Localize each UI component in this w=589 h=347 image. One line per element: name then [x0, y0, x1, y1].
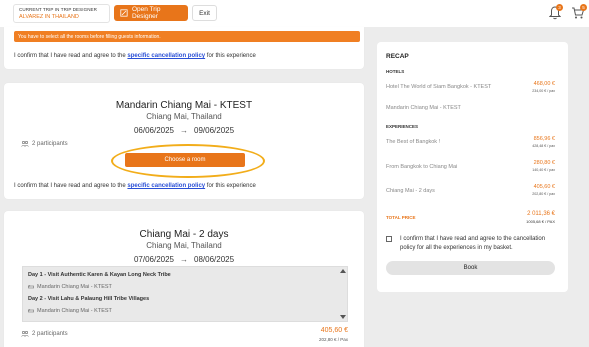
- current-trip-selector[interactable]: CURRENT TRIP IN TRIP DESIGNER ALVAREZ IN…: [13, 4, 110, 23]
- scroll-down-icon[interactable]: [340, 315, 346, 319]
- top-bar: CURRENT TRIP IN TRIP DESIGNER ALVAREZ IN…: [0, 0, 589, 27]
- confirm-prefix: I confirm that I have read and agree to …: [14, 183, 126, 189]
- tour-step-hotel-label: Mandarin Chiang Mai - KTEST: [37, 284, 112, 290]
- tour-date-from: 07/06/2025: [133, 255, 174, 264]
- total-price-per-pax: 1005,68 € / PAX: [526, 219, 555, 224]
- recap-panel: RECAP HOTELS Hotel The World of Siam Ban…: [377, 42, 568, 292]
- tour-card-chiang-mai: Chiang Mai - 2 days Chiang Mai, Thailand…: [4, 211, 364, 347]
- recap-hotel-name: Hotel The World of Siam Bangkok - KTEST: [386, 84, 492, 90]
- exit-button[interactable]: Exit: [192, 5, 217, 21]
- select-rooms-warning: You have to select all the rooms before …: [14, 31, 360, 42]
- notification-count-badge: 3: [556, 4, 563, 11]
- tour-steps-list[interactable]: Day 1 - Visit Authentic Karen & Kayan Lo…: [22, 266, 348, 322]
- trip-designer-icon: [120, 9, 128, 17]
- current-trip-value: ALVAREZ IN THAILAND: [19, 14, 79, 20]
- hotel-title: Mandarin Chiang Mai - KTEST: [115, 100, 253, 111]
- confirm-suffix: for this experience: [206, 53, 256, 59]
- tour-step-day: Day 1 - Visit Authentic Karen & Kayan Lo…: [28, 272, 171, 278]
- open-trip-designer-label: Open Trip Designer: [131, 6, 161, 20]
- people-icon: [21, 331, 29, 337]
- people-icon: [21, 141, 29, 147]
- agree-cancellation-text: I confirm that I have read and agree to …: [400, 236, 546, 251]
- hotel-date-to: 09/06/2025: [194, 126, 235, 135]
- recap-experience-name: Chiang Mai - 2 days: [386, 188, 435, 194]
- cancellation-confirm-text: I confirm that I have read and agree to …: [14, 53, 256, 59]
- tour-step-day: Day 2 - Visit Lahu & Palaung Hill Tribe …: [28, 296, 150, 302]
- tour-date-to: 08/06/2025: [194, 255, 235, 264]
- tour-price: 405,60 €: [320, 327, 348, 334]
- arrow-right-icon: →: [180, 126, 188, 135]
- recap-experience-price-per-pax: 428,48 € / pax: [532, 144, 555, 148]
- book-button[interactable]: Book: [386, 261, 555, 275]
- experiences-section-label: EXPERIENCES: [386, 124, 419, 129]
- arrow-right-icon: →: [180, 255, 188, 264]
- recap-experience-price: 280,80 €: [533, 160, 555, 166]
- steps-scrollbar[interactable]: [340, 267, 347, 321]
- recap-experience-price-per-pax: 202,80 € / pax: [532, 192, 555, 196]
- tour-step-hotel-label: Mandarin Chiang Mai - KTEST: [37, 308, 112, 314]
- recap-hotel-price-per-pax: 234,00 € / pax: [532, 89, 555, 93]
- cart-count-badge: 5: [580, 4, 587, 11]
- tour-title: Chiang Mai - 2 days: [139, 229, 229, 240]
- cancellation-confirm-text: I confirm that I have read and agree to …: [14, 183, 256, 189]
- recap-title: RECAP: [386, 53, 409, 60]
- confirm-prefix: I confirm that I have read and agree to …: [14, 53, 126, 59]
- previous-hotel-card: You have to select all the rooms before …: [4, 27, 364, 69]
- tour-location: Chiang Mai, Thailand: [146, 241, 222, 250]
- recap-experience-price: 856,96 €: [533, 136, 555, 142]
- bed-icon: [28, 285, 34, 289]
- agree-cancellation-checkbox[interactable]: [386, 236, 392, 242]
- tour-dates: 07/06/2025 → 08/06/2025: [4, 255, 364, 264]
- tour-step-hotel: Mandarin Chiang Mai - KTEST: [28, 284, 112, 290]
- open-trip-designer-button[interactable]: Open Trip Designer: [114, 5, 188, 21]
- cancellation-policy-link[interactable]: specific cancellation policy: [127, 53, 205, 59]
- tour-step-hotel: Mandarin Chiang Mai - KTEST: [28, 308, 112, 314]
- bed-icon: [28, 309, 34, 313]
- choose-room-button[interactable]: Choose a room: [125, 153, 245, 167]
- hotel-date-from: 06/06/2025: [133, 126, 174, 135]
- cancellation-policy-link[interactable]: specific cancellation policy: [127, 183, 205, 189]
- hotels-section-label: HOTELS: [386, 69, 405, 74]
- confirm-suffix: for this experience: [206, 183, 256, 189]
- recap-hotel-price: 468,00 €: [533, 81, 555, 87]
- total-price-label: TOTAL PRICE: [386, 215, 416, 220]
- tour-participants-label: 2 participants: [32, 331, 68, 337]
- recap-hotel-name: Mandarin Chiang Mai - KTEST: [386, 105, 461, 111]
- hotel-dates: 06/06/2025 → 09/06/2025: [4, 126, 364, 135]
- hotel-location: Chiang Mai, Thailand: [146, 112, 222, 121]
- recap-experience-name: The Best of Bangkok !: [386, 139, 441, 145]
- tour-price-per-pax: 202,80 € / Pax: [318, 337, 348, 342]
- recap-experience-price: 405,60 €: [533, 184, 555, 190]
- total-price: 2 011,36 €: [527, 211, 555, 217]
- tour-participants: 2 participants: [21, 331, 68, 337]
- scroll-up-icon[interactable]: [340, 269, 346, 273]
- hotel-participants-label: 2 participants: [32, 141, 68, 147]
- hotel-participants: 2 participants: [21, 141, 68, 147]
- recap-experience-price-per-pax: 140,40 € / pax: [532, 168, 555, 172]
- hotel-card-mandarin: Mandarin Chiang Mai - KTEST Chiang Mai, …: [4, 83, 364, 199]
- recap-experience-name: From Bangkok to Chiang Mai: [386, 164, 458, 170]
